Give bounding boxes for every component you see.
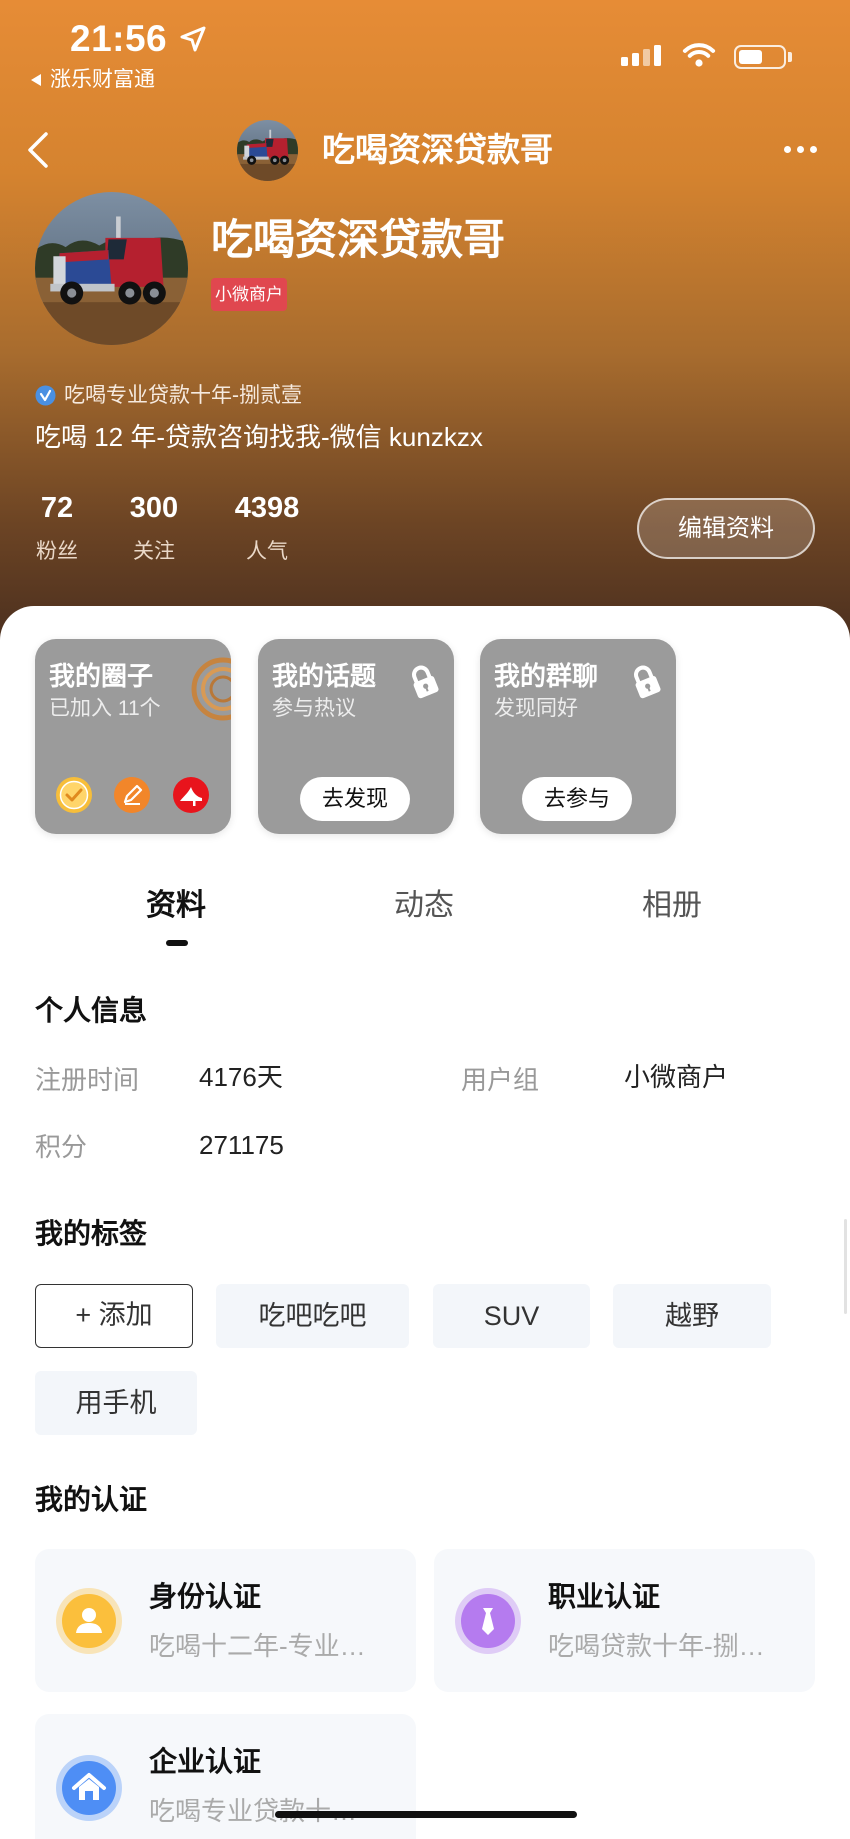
card-subtitle: 发现同好: [494, 697, 578, 720]
nav-avatar[interactable]: [237, 120, 298, 181]
battery-level: [739, 50, 763, 64]
stat-value: 72: [40, 492, 74, 524]
stat-label: 关注: [133, 540, 175, 563]
identity-cert-card[interactable]: 身份认证 吃喝十二年-专业…: [35, 1549, 416, 1692]
profile-avatar-image: [35, 192, 188, 345]
verified-icon: [35, 385, 56, 406]
back-triangle-icon[interactable]: [29, 73, 43, 87]
active-tab-indicator: [166, 940, 188, 946]
occupation-cert-card[interactable]: 职业认证 吃喝贷款十年-捌…: [434, 1549, 815, 1692]
lock-icon: [626, 662, 666, 702]
home-indicator[interactable]: [275, 1811, 577, 1818]
person-icon: [56, 1588, 122, 1654]
tag-chip[interactable]: 用手机: [35, 1371, 197, 1435]
user-group-badge: 小微商户: [211, 278, 287, 311]
battery-track: [739, 50, 781, 64]
my-circles-card[interactable]: 我的圈子 已加入 11个: [35, 639, 231, 834]
tab-album[interactable]: 相册: [612, 888, 732, 924]
join-button[interactable]: 去参与: [522, 777, 632, 821]
profile-bio: 吃喝 12 年-贷款咨询找我-微信 kunzkzx: [35, 422, 483, 452]
tags-heading: 我的标签: [35, 1218, 148, 1249]
stat-value: 300: [129, 492, 179, 524]
tag-chip[interactable]: SUV: [433, 1284, 590, 1348]
wifi-icon: [682, 43, 716, 67]
card-subtitle: 参与热议: [272, 697, 356, 720]
cert-title: 职业认证: [548, 1581, 661, 1612]
signal-bar: [621, 57, 628, 66]
signal-bar: [643, 49, 650, 66]
card-title: 我的话题: [272, 661, 377, 691]
back-to-app-link[interactable]: 涨乐财富通: [50, 67, 155, 93]
signal-bar: [654, 45, 661, 66]
tie-icon: [455, 1588, 521, 1654]
card-subtitle: 已加入 11个: [49, 697, 161, 720]
field-label: 注册时间: [35, 1065, 140, 1095]
field-label: 用户组: [461, 1065, 540, 1095]
field-value: 271175: [199, 1130, 284, 1160]
field-value: 小微商户: [624, 1062, 729, 1092]
stat-label: 人气: [246, 540, 288, 563]
stat-value: 4398: [234, 492, 300, 524]
card-title: 我的圈子: [49, 661, 154, 691]
field-value: 4176天: [199, 1062, 283, 1092]
high-heel-icon[interactable]: [172, 776, 210, 814]
stat-label: 粉丝: [36, 540, 78, 563]
add-tag-button[interactable]: + 添加: [35, 1284, 193, 1348]
scrollbar[interactable]: [844, 1219, 847, 1314]
more-dot: [784, 146, 791, 153]
tag-chip[interactable]: 吃吧吃吧: [216, 1284, 409, 1348]
certifications-heading: 我的认证: [35, 1484, 148, 1515]
cert-desc: 吃喝贷款十年-捌…: [548, 1631, 765, 1661]
tag-chip[interactable]: 越野: [613, 1284, 771, 1348]
my-topics-card[interactable]: 我的话题 参与热议 去发现: [258, 639, 454, 834]
check-icon[interactable]: [55, 776, 93, 814]
field-label: 积分: [35, 1132, 88, 1162]
signal-bar: [632, 53, 639, 66]
location-arrow-icon: [180, 26, 206, 52]
enterprise-cert-card[interactable]: 企业认证 吃喝专业贷款十…: [35, 1714, 416, 1839]
tab-posts[interactable]: 动态: [364, 888, 484, 924]
more-options-icon[interactable]: [784, 146, 817, 153]
personal-info-heading: 个人信息: [35, 995, 148, 1026]
battery-icon: [734, 45, 786, 69]
lock-icon: [404, 662, 444, 702]
cert-title: 身份认证: [149, 1581, 262, 1612]
circle-logo-icon: [191, 657, 231, 721]
more-dot: [797, 146, 804, 153]
card-title: 我的群聊: [494, 661, 599, 691]
edit-profile-button[interactable]: 编辑资料: [637, 498, 815, 559]
more-dot: [810, 146, 817, 153]
back-chevron-icon[interactable]: [24, 130, 54, 170]
cert-title: 企业认证: [149, 1746, 262, 1777]
house-icon: [56, 1755, 122, 1821]
battery-cap: [788, 52, 792, 62]
nav-avatar-image: [237, 120, 298, 181]
tab-profile-info[interactable]: 资料: [116, 888, 236, 924]
profile-name: 吃喝资深贷款哥: [211, 216, 506, 263]
profile-avatar[interactable]: [35, 192, 188, 345]
discover-button[interactable]: 去发现: [300, 777, 410, 821]
my-group-chats-card[interactable]: 我的群聊 发现同好 去参与: [480, 639, 676, 834]
status-time: 21:56: [70, 18, 168, 59]
verified-text: 吃喝专业贷款十年-捌贰壹: [64, 384, 302, 407]
cert-desc: 吃喝十二年-专业…: [149, 1631, 366, 1661]
nav-title: 吃喝资深贷款哥: [322, 131, 553, 168]
pen-icon[interactable]: [113, 776, 151, 814]
